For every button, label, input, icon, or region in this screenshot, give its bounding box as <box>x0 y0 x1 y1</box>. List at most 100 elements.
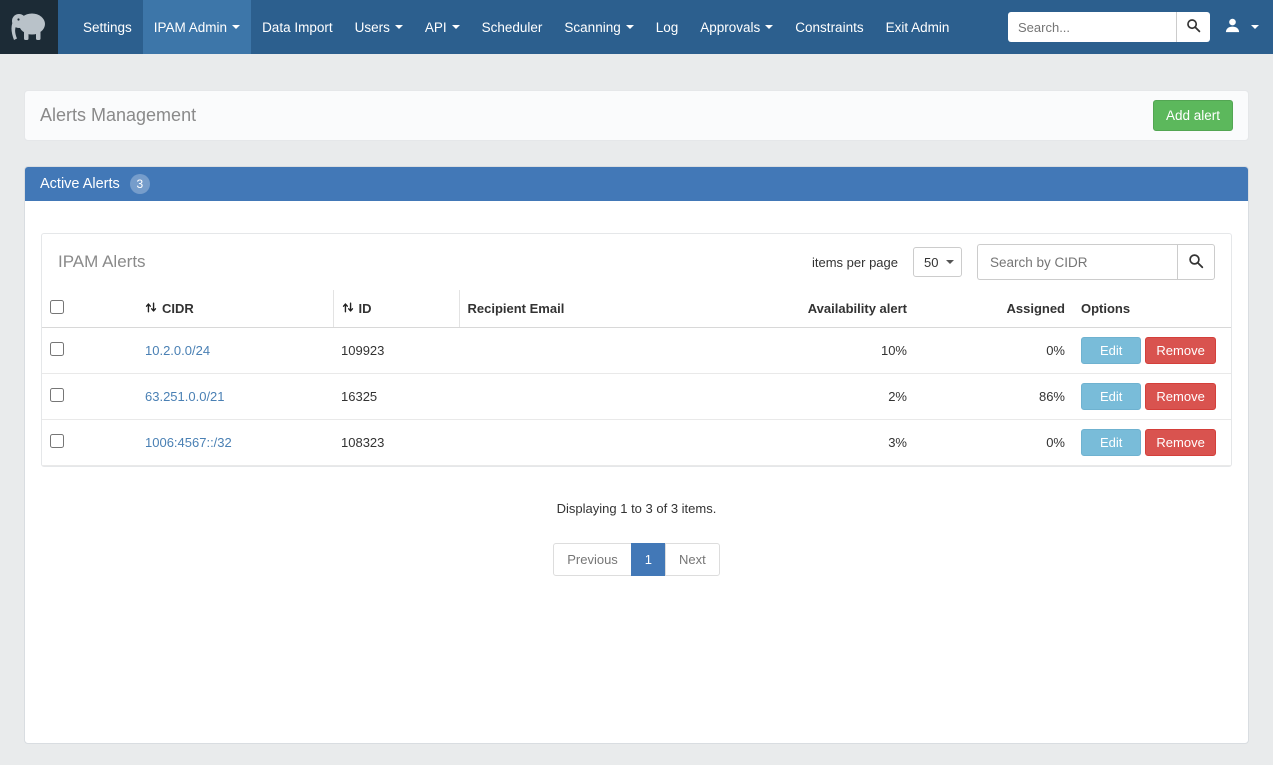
user-icon <box>1224 17 1241 37</box>
row-checkbox[interactable] <box>50 388 64 402</box>
email-cell <box>459 328 717 374</box>
cidr-link[interactable]: 10.2.0.0/24 <box>145 343 210 358</box>
search-icon <box>1188 253 1204 272</box>
items-per-page-label: items per page <box>812 255 898 270</box>
nav-item-ipam-admin[interactable]: IPAM Admin <box>143 0 251 54</box>
row-select-cell <box>42 420 137 466</box>
remove-button[interactable]: Remove <box>1145 337 1215 364</box>
global-search-input[interactable] <box>1008 12 1176 42</box>
caret-down-icon <box>1251 25 1259 29</box>
active-alerts-panel-header: Active Alerts 3 <box>25 167 1248 201</box>
header-id[interactable]: ID <box>333 290 459 328</box>
results-summary: Displaying 1 to 3 of 3 items. <box>41 501 1232 516</box>
nav-item-scanning[interactable]: Scanning <box>553 0 644 54</box>
assigned-cell: 0% <box>915 328 1073 374</box>
row-checkbox[interactable] <box>50 342 64 356</box>
remove-button[interactable]: Remove <box>1145 429 1215 456</box>
cidr-search-input[interactable] <box>977 244 1177 280</box>
elephant-logo-icon <box>9 9 49 46</box>
edit-button[interactable]: Edit <box>1081 337 1141 364</box>
cidr-link[interactable]: 63.251.0.0/21 <box>145 389 225 404</box>
page-1-button[interactable]: 1 <box>631 543 666 576</box>
user-menu[interactable] <box>1224 17 1259 37</box>
previous-page-button[interactable]: Previous <box>553 543 632 576</box>
caret-down-icon <box>626 25 634 29</box>
row-checkbox[interactable] <box>50 434 64 448</box>
cidr-cell: 1006:4567::/32 <box>137 420 333 466</box>
caret-down-icon <box>395 25 403 29</box>
row-select-cell <box>42 328 137 374</box>
availability-cell: 10% <box>717 328 915 374</box>
id-cell: 16325 <box>333 374 459 420</box>
cidr-link[interactable]: 1006:4567::/32 <box>145 435 232 450</box>
id-cell: 108323 <box>333 420 459 466</box>
row-select-cell <box>42 374 137 420</box>
page-title: Alerts Management <box>40 105 196 126</box>
edit-button[interactable]: Edit <box>1081 429 1141 456</box>
pagination: Previous 1 Next <box>41 543 1232 576</box>
cidr-search-button[interactable] <box>1177 244 1215 280</box>
sort-icon[interactable] <box>145 301 157 317</box>
nav-label: Exit Admin <box>886 20 950 35</box>
email-cell <box>459 374 717 420</box>
nav-item-constraints[interactable]: Constraints <box>784 0 874 54</box>
navbar-right <box>1008 0 1273 54</box>
header-label: ID <box>359 301 372 316</box>
select-all-checkbox[interactable] <box>50 300 64 314</box>
options-cell: Edit Remove <box>1073 420 1231 466</box>
panel-title: Active Alerts <box>40 176 120 192</box>
nav-item-log[interactable]: Log <box>645 0 690 54</box>
options-cell: Edit Remove <box>1073 374 1231 420</box>
assigned-cell: 86% <box>915 374 1073 420</box>
app-logo[interactable] <box>0 0 58 54</box>
ipam-alerts-card: IPAM Alerts items per page 50 <box>41 233 1232 467</box>
edit-button[interactable]: Edit <box>1081 383 1141 410</box>
header-recipient-email: Recipient Email <box>459 290 717 328</box>
add-alert-button[interactable]: Add alert <box>1153 100 1233 131</box>
caret-down-icon <box>232 25 240 29</box>
sort-icon[interactable] <box>342 301 354 317</box>
nav-label: Constraints <box>795 20 863 35</box>
table-row: 1006:4567::/32 108323 3% 0% Edit Remove <box>42 420 1231 466</box>
nav-label: IPAM Admin <box>154 20 227 35</box>
assigned-cell: 0% <box>915 420 1073 466</box>
availability-cell: 3% <box>717 420 915 466</box>
nav-item-users[interactable]: Users <box>344 0 414 54</box>
nav-label: Log <box>656 20 679 35</box>
header-assigned: Assigned <box>915 290 1073 328</box>
cidr-search <box>977 244 1215 280</box>
nav-item-scheduler[interactable]: Scheduler <box>471 0 554 54</box>
availability-cell: 2% <box>717 374 915 420</box>
global-search-button[interactable] <box>1176 12 1210 42</box>
nav-label: Data Import <box>262 20 333 35</box>
table-row: 63.251.0.0/21 16325 2% 86% Edit Remove <box>42 374 1231 420</box>
nav-label: Settings <box>83 20 132 35</box>
ipam-alerts-card-header: IPAM Alerts items per page 50 <box>42 234 1231 290</box>
page-header: Alerts Management Add alert <box>24 90 1249 141</box>
nav-label: Scheduler <box>482 20 543 35</box>
caret-down-icon <box>452 25 460 29</box>
nav-item-api[interactable]: API <box>414 0 471 54</box>
nav-label: Users <box>355 20 390 35</box>
items-per-page-select[interactable]: 50 <box>913 247 962 277</box>
next-page-button[interactable]: Next <box>665 543 720 576</box>
email-cell <box>459 420 717 466</box>
caret-down-icon <box>765 25 773 29</box>
remove-button[interactable]: Remove <box>1145 383 1215 410</box>
card-title: IPAM Alerts <box>58 252 146 272</box>
nav-item-settings[interactable]: Settings <box>72 0 143 54</box>
cidr-cell: 10.2.0.0/24 <box>137 328 333 374</box>
nav-label: API <box>425 20 447 35</box>
table-header-row: CIDR ID Recipient Email Availability al <box>42 290 1231 328</box>
select-all-cell <box>42 290 137 328</box>
nav-item-data-import[interactable]: Data Import <box>251 0 344 54</box>
cidr-cell: 63.251.0.0/21 <box>137 374 333 420</box>
nav-item-exit-admin[interactable]: Exit Admin <box>875 0 961 54</box>
header-label: CIDR <box>162 301 194 316</box>
alerts-table: CIDR ID Recipient Email Availability al <box>42 290 1231 466</box>
panel-body: IPAM Alerts items per page 50 <box>25 201 1248 592</box>
nav-item-approvals[interactable]: Approvals <box>689 0 784 54</box>
header-cidr[interactable]: CIDR <box>137 290 333 328</box>
header-availability-alert: Availability alert <box>717 290 915 328</box>
header-options: Options <box>1073 290 1231 328</box>
